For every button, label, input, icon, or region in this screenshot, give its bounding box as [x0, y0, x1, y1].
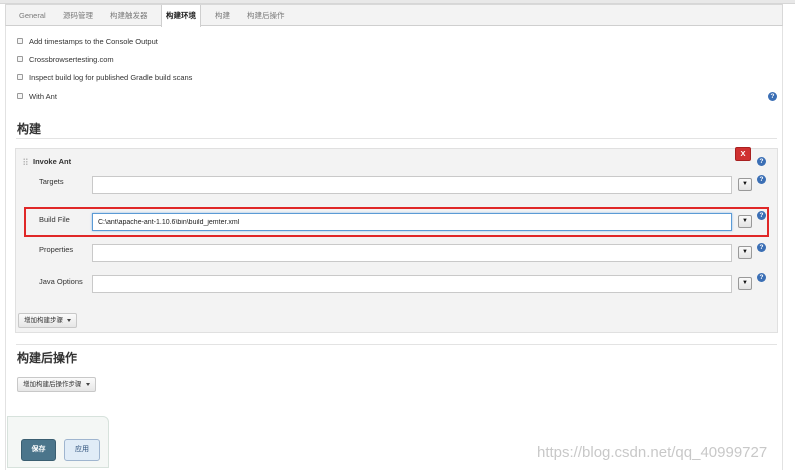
chevron-down-icon[interactable]: ▼: [738, 277, 752, 290]
properties-label: Properties: [39, 245, 74, 254]
section-divider: [16, 344, 777, 345]
tab-general[interactable]: General: [15, 5, 50, 26]
tab-build-environment[interactable]: 构建环境: [161, 5, 201, 27]
checkbox-icon[interactable]: [17, 74, 23, 80]
drag-handle-icon[interactable]: [23, 158, 28, 166]
tab-source-code-management[interactable]: 源码管理: [59, 5, 97, 26]
help-icon[interactable]: ?: [757, 157, 766, 166]
help-icon[interactable]: ?: [757, 273, 766, 282]
checkbox-icon[interactable]: [17, 38, 23, 44]
tab-post-build-actions[interactable]: 构建后操作: [243, 5, 289, 26]
apply-button[interactable]: 应用: [64, 439, 100, 461]
option-gradle-scans-label: Inspect build log for published Gradle b…: [29, 72, 193, 82]
option-with-ant[interactable]: With Ant: [17, 90, 57, 102]
form-footer: 保存 应用: [7, 416, 109, 468]
targets-label: Targets: [39, 177, 64, 186]
add-post-build-step-label: 增加构建后操作步骤: [23, 381, 82, 388]
option-with-ant-label: With Ant: [29, 91, 57, 101]
invoke-ant-step: Invoke Ant X ? Targets ▼ ? Build File ▼ …: [15, 147, 778, 333]
watermark: https://blog.csdn.net/qq_40999727: [537, 444, 768, 461]
help-icon[interactable]: ?: [757, 175, 766, 184]
config-form: Add timestamps to the Console Output Cro…: [5, 26, 783, 470]
help-icon[interactable]: ?: [757, 211, 766, 220]
build-section-title: 构建: [17, 122, 42, 136]
checkbox-icon[interactable]: [17, 93, 23, 99]
tab-build[interactable]: 构建: [211, 5, 234, 26]
add-build-step-label: 增加构建步骤: [24, 317, 63, 324]
build-file-input[interactable]: [92, 213, 732, 231]
option-gradle-scans[interactable]: Inspect build log for published Gradle b…: [17, 71, 192, 83]
delete-step-button[interactable]: X: [735, 147, 751, 161]
properties-input[interactable]: [92, 244, 732, 262]
option-crossbrowsertesting[interactable]: Crossbrowsertesting.com: [17, 53, 114, 65]
checkbox-icon[interactable]: [17, 56, 23, 62]
post-build-section-title: 构建后操作: [17, 351, 78, 365]
java-options-label: Java Options: [39, 277, 83, 286]
targets-input[interactable]: [92, 176, 732, 194]
section-divider: [16, 138, 777, 139]
chevron-down-icon[interactable]: ▼: [738, 246, 752, 259]
help-icon[interactable]: ?: [757, 243, 766, 252]
option-timestamps-label: Add timestamps to the Console Output: [29, 36, 158, 46]
tab-build-triggers[interactable]: 构建触发器: [106, 5, 152, 26]
add-post-build-step-button[interactable]: 增加构建后操作步骤: [17, 377, 96, 392]
caret-down-icon: [85, 382, 90, 386]
caret-down-icon: [67, 318, 71, 322]
chevron-down-icon[interactable]: ▼: [738, 178, 752, 191]
option-timestamps[interactable]: Add timestamps to the Console Output: [17, 35, 158, 47]
config-tabs: General 源码管理 构建触发器 构建环境 构建 构建后操作: [5, 4, 783, 27]
add-build-step-button[interactable]: 增加构建步骤: [18, 313, 77, 328]
help-icon[interactable]: ?: [768, 92, 777, 101]
build-file-label: Build File: [39, 215, 70, 224]
java-options-input[interactable]: [92, 275, 732, 293]
option-crossbrowsertesting-label: Crossbrowsertesting.com: [29, 54, 114, 64]
invoke-ant-title: Invoke Ant: [33, 157, 72, 166]
save-button[interactable]: 保存: [21, 439, 56, 461]
chevron-down-icon[interactable]: ▼: [738, 215, 752, 228]
